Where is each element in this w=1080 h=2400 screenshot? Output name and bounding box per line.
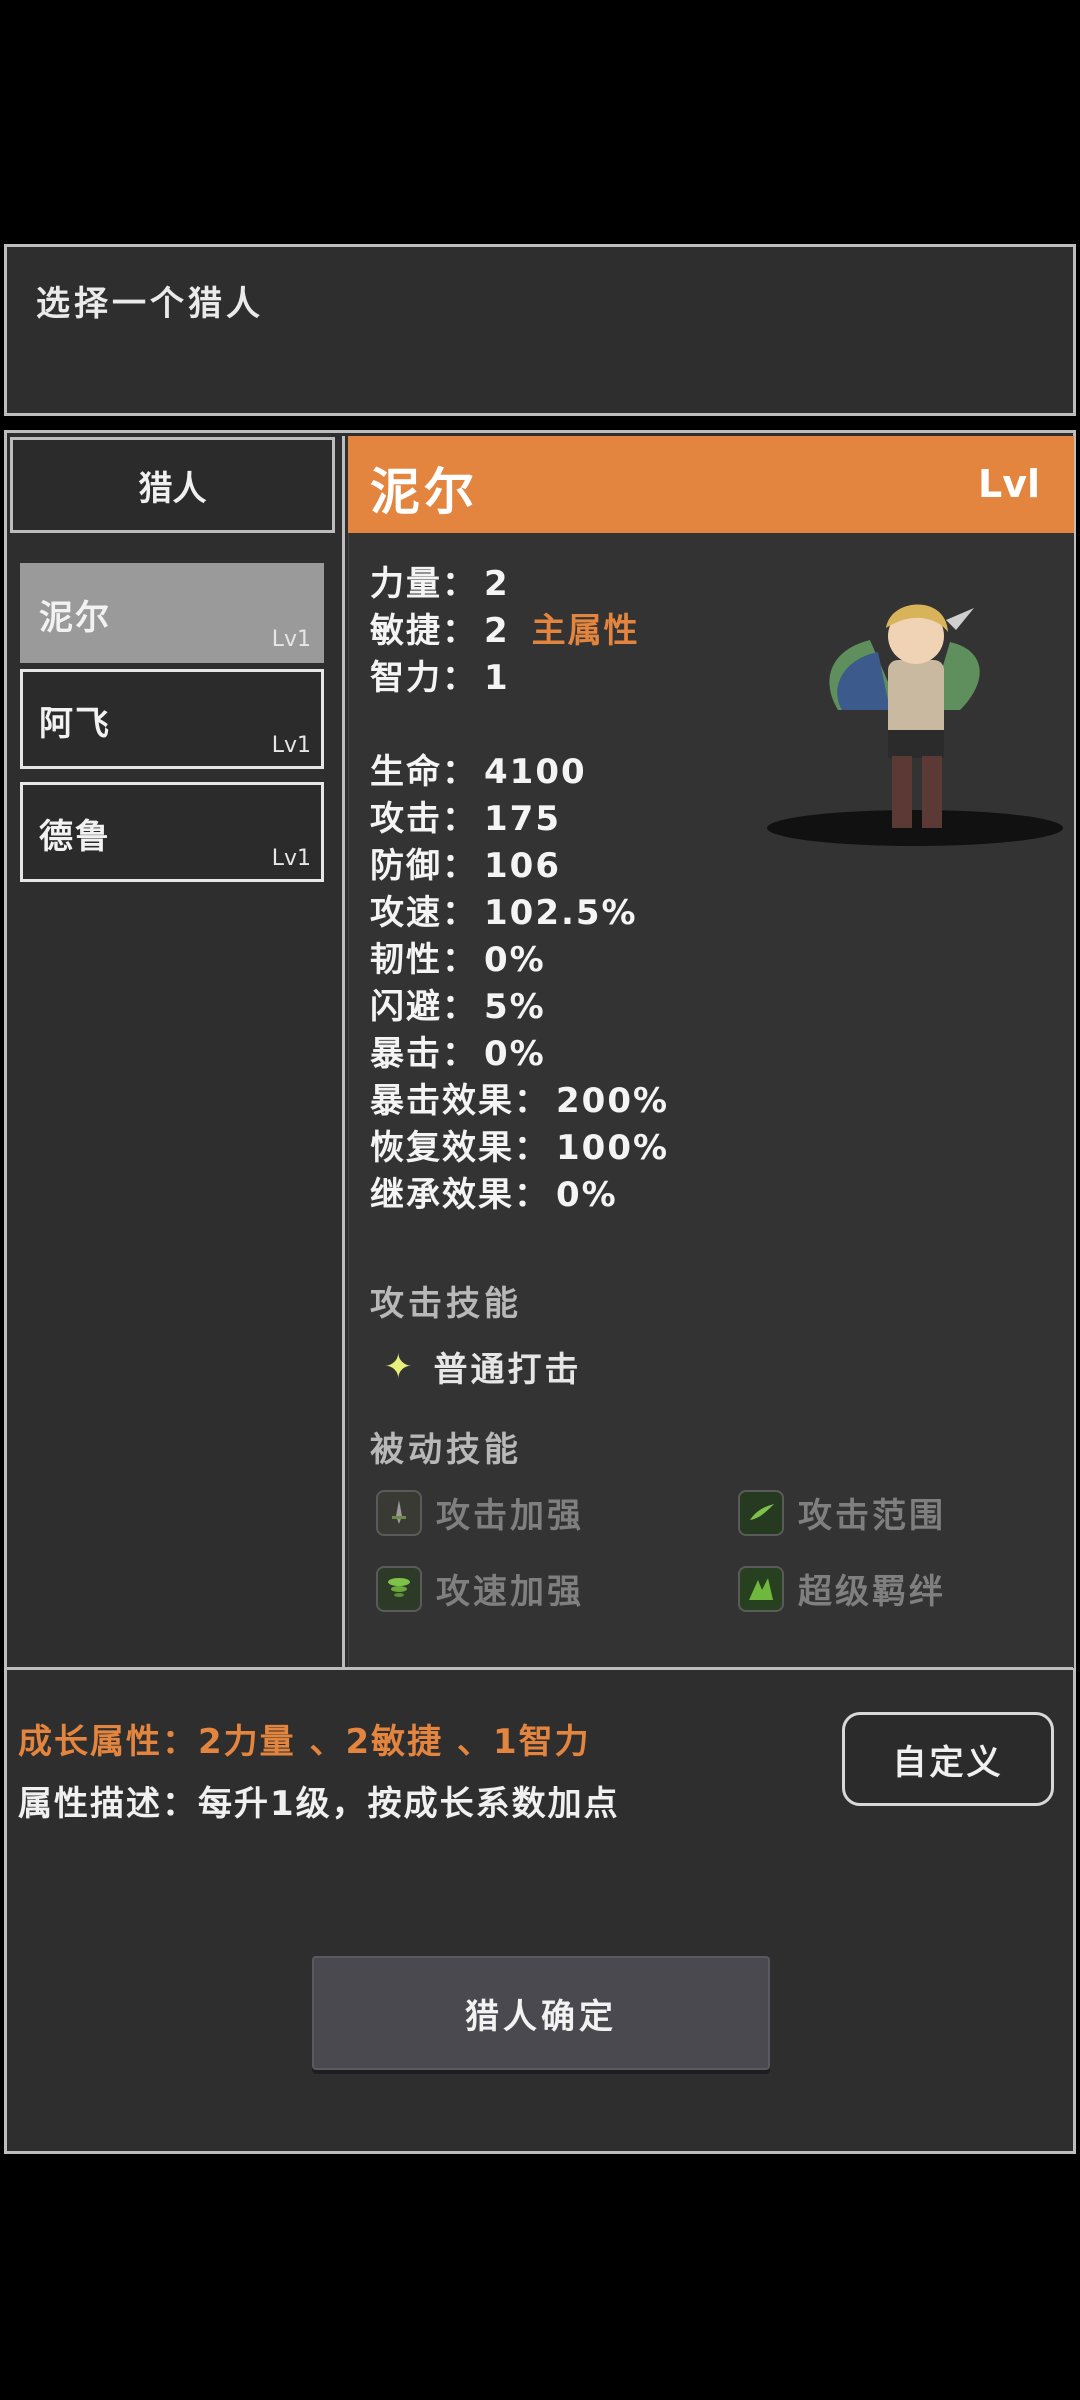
- attribute-description: 属性描述：每升1级，按成长系数加点: [18, 1784, 620, 1824]
- sword-icon: [376, 1489, 422, 1536]
- bond-icon: [738, 1565, 784, 1612]
- hunter-detail-level: Lvl: [978, 462, 1041, 506]
- skill-name: 攻击范围: [798, 1496, 946, 1536]
- stat-label: 攻速：: [370, 893, 478, 933]
- attr-agility: 敏捷： 2 主属性: [370, 603, 640, 652]
- hunter-name: 德鲁: [39, 817, 111, 857]
- stat-inherit-effect: 继承效果： 0%: [370, 1167, 618, 1216]
- custom-button[interactable]: 自定义: [842, 1712, 1054, 1806]
- hunter-list-header: 猎人: [10, 437, 335, 533]
- stat-value: 102.5%: [484, 893, 638, 933]
- whirlwind-icon: [376, 1565, 422, 1612]
- stat-label: 生命：: [370, 752, 478, 792]
- hunter-name: 阿飞: [39, 704, 111, 744]
- skill-name: 普通打击: [433, 1350, 582, 1390]
- stat-value: 4100: [484, 752, 587, 792]
- stat-crit: 暴击： 0%: [370, 1026, 546, 1075]
- stat-label: 攻击：: [370, 799, 478, 839]
- stat-label: 防御：: [370, 846, 478, 886]
- hunter-portrait: [767, 604, 1063, 846]
- stat-value: 2: [484, 564, 510, 604]
- stat-value: 106: [484, 846, 561, 886]
- stat-label: 闪避：: [370, 987, 478, 1027]
- hunter-item-delu[interactable]: 德鲁 Lv1: [20, 782, 324, 882]
- hunter-level: Lv1: [271, 627, 311, 652]
- stat-toughness: 韧性： 0%: [370, 932, 546, 981]
- stat-value: 0%: [556, 1175, 618, 1215]
- stat-dodge: 闪避： 5%: [370, 979, 546, 1028]
- stat-hp: 生命： 4100: [370, 744, 587, 793]
- hunter-level: Lv1: [271, 846, 311, 871]
- stat-label: 暴击：: [370, 1034, 478, 1074]
- stat-value: 200%: [556, 1081, 670, 1121]
- stat-attack: 攻击： 175: [370, 791, 561, 840]
- stat-value: 0%: [484, 940, 546, 980]
- stat-value: 1: [484, 658, 510, 698]
- skill-super-bond[interactable]: 超级羁绊: [738, 1564, 946, 1613]
- skill-attack-speed-boost[interactable]: 攻速加强: [376, 1564, 584, 1613]
- header-panel: [4, 244, 1076, 416]
- stat-defense: 防御： 106: [370, 838, 561, 887]
- section-divider: [7, 1667, 1073, 1670]
- skill-attack-boost[interactable]: 攻击加强: [376, 1488, 584, 1537]
- stat-value: 0%: [484, 1034, 546, 1074]
- stat-crit-effect: 暴击效果： 200%: [370, 1073, 669, 1122]
- hunter-detail-name: 泥尔: [370, 463, 478, 521]
- skill-name: 超级羁绊: [798, 1572, 946, 1612]
- hunter-name: 泥尔: [39, 598, 111, 638]
- range-icon: [738, 1489, 784, 1536]
- stat-value: 5%: [484, 987, 546, 1027]
- stat-value: 100%: [556, 1128, 670, 1168]
- stat-label: 力量：: [370, 564, 478, 604]
- stat-value: 2: [484, 611, 510, 651]
- stat-label: 继承效果：: [370, 1175, 550, 1215]
- passive-skill-title: 被动技能: [370, 1430, 522, 1470]
- confirm-hunter-button[interactable]: 猎人确定: [312, 1956, 770, 2070]
- hunter-item-nier[interactable]: 泥尔 Lv1: [20, 563, 324, 663]
- stat-value: 175: [484, 799, 561, 839]
- stat-label: 恢复效果：: [370, 1128, 550, 1168]
- stat-attack-speed: 攻速： 102.5%: [370, 885, 638, 934]
- attr-strength: 力量： 2: [370, 556, 510, 605]
- skill-name: 攻速加强: [436, 1572, 584, 1612]
- primary-attribute-tag: 主属性: [531, 611, 640, 651]
- skill-normal-strike[interactable]: ✦ 普通打击: [384, 1342, 582, 1391]
- stat-label: 智力：: [370, 658, 478, 698]
- page-title: 选择一个猎人: [36, 284, 264, 324]
- plus-icon: ✦: [384, 1346, 416, 1387]
- attack-skill-title: 攻击技能: [370, 1284, 522, 1324]
- hunter-item-afei[interactable]: 阿飞 Lv1: [20, 669, 324, 769]
- attr-intelligence: 智力： 1: [370, 650, 510, 699]
- stat-label: 韧性：: [370, 940, 478, 980]
- growth-attributes: 成长属性：2力量 、2敏捷 、1智力: [18, 1722, 591, 1762]
- stat-label: 暴击效果：: [370, 1081, 550, 1121]
- skill-name: 攻击加强: [436, 1496, 584, 1536]
- stat-recovery-effect: 恢复效果： 100%: [370, 1120, 669, 1169]
- hunter-level: Lv1: [271, 733, 311, 758]
- stat-label: 敏捷：: [370, 611, 478, 651]
- skill-attack-range[interactable]: 攻击范围: [738, 1488, 946, 1537]
